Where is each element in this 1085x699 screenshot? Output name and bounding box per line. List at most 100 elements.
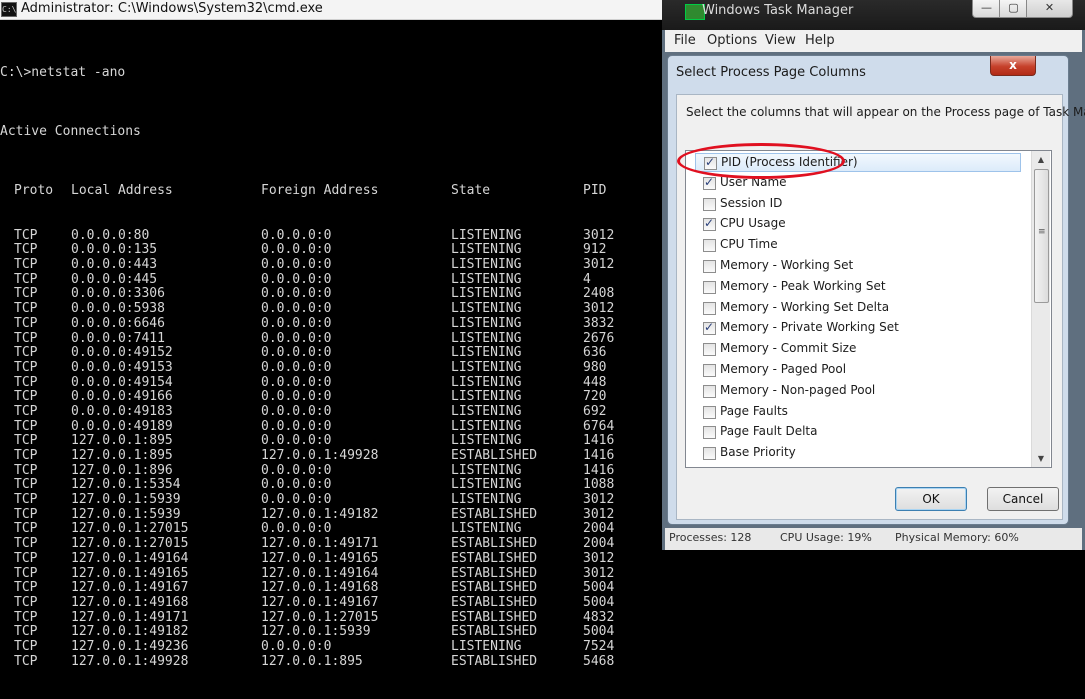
column-option[interactable]: Memory - Working Set [695, 257, 1021, 276]
row-pid: 3012 [583, 565, 615, 581]
column-checkbox[interactable] [703, 384, 716, 398]
row-pid: 1416 [583, 433, 615, 449]
cmd-window[interactable]: C:\ Administrator: C:\Windows\System32\c… [0, 0, 662, 668]
row-local-address: 0.0.0.0:443 [71, 257, 158, 273]
column-checkbox[interactable] [703, 175, 716, 190]
column-checkbox[interactable] [703, 301, 716, 315]
row-proto: TCP [14, 624, 38, 640]
row-pid: 3012 [583, 257, 615, 273]
column-option[interactable]: Session ID [695, 195, 1021, 214]
row-proto: TCP [14, 389, 38, 405]
row-foreign-address: 0.0.0.0:0 [261, 477, 332, 493]
row-proto: TCP [14, 301, 38, 317]
column-option[interactable]: CPU Time [695, 236, 1021, 255]
row-local-address: 0.0.0.0:135 [71, 242, 158, 258]
columns-scrollbar[interactable]: ▲ ≡ ▼ [1031, 151, 1050, 467]
scroll-thumb[interactable]: ≡ [1034, 169, 1049, 303]
column-checkbox[interactable] [703, 405, 716, 419]
row-state: ESTABLISHED [451, 448, 538, 463]
row-proto: TCP [14, 565, 38, 581]
row-proto: TCP [14, 330, 38, 346]
select-columns-dialog[interactable]: Select Process Page Columns x Select the… [667, 55, 1085, 525]
row-state: LISTENING [451, 462, 522, 478]
row-pid: 5468 [583, 653, 615, 669]
column-checkbox[interactable] [703, 426, 716, 440]
column-checkbox[interactable] [703, 447, 716, 461]
scroll-down-arrow-icon[interactable]: ▼ [1032, 450, 1050, 467]
column-checkbox[interactable] [703, 343, 716, 357]
task-manager-titlebar[interactable]: Windows Task Manager — ▢ ✕ [662, 0, 1085, 30]
row-foreign-address: 0.0.0.0:0 [261, 345, 332, 361]
row-pid: 692 [583, 403, 607, 419]
column-checkbox[interactable] [703, 260, 716, 273]
column-option[interactable]: CPU Usage [695, 215, 1021, 234]
row-foreign-address: 0.0.0.0:0 [261, 286, 332, 302]
row-pid: 2408 [583, 286, 615, 302]
row-local-address: 0.0.0.0:49153 [71, 359, 173, 375]
status-processes: Processes: 128 [669, 531, 752, 544]
menu-view[interactable]: View [765, 33, 796, 48]
row-foreign-address: 0.0.0.0:0 [261, 492, 332, 508]
menu-options[interactable]: Options [707, 33, 757, 48]
row-local-address: 0.0.0.0:7411 [71, 330, 165, 346]
row-pid: 4832 [583, 609, 615, 625]
header-proto: Proto [14, 183, 54, 198]
row-pid: 636 [583, 345, 607, 361]
row-proto: TCP [14, 594, 38, 610]
dialog-close-button[interactable]: x [990, 56, 1036, 76]
column-checkbox[interactable] [703, 216, 716, 232]
column-option[interactable]: Memory - Commit Size [695, 340, 1021, 359]
row-local-address: 0.0.0.0:49154 [71, 374, 173, 390]
row-state: LISTENING [451, 418, 522, 434]
column-option[interactable]: Memory - Private Working Set [695, 319, 1021, 338]
row-local-address: 127.0.0.1:896 [71, 462, 173, 478]
row-foreign-address: 127.0.0.1:49182 [261, 506, 379, 522]
column-checkbox[interactable] [703, 239, 716, 253]
column-checkbox[interactable] [703, 197, 716, 211]
row-local-address: 0.0.0.0:49166 [71, 389, 173, 405]
cmd-titlebar[interactable]: C:\ Administrator: C:\Windows\System32\c… [0, 0, 662, 20]
column-option-label: Memory - Paged Pool [720, 362, 847, 376]
netstat-row: TCP 127.0.0.1:49236 0.0.0.0:0 LISTENING 7524 [0, 639, 614, 655]
columns-list[interactable]: PID (Process Identifier)User NameSession… [685, 150, 1052, 468]
column-checkbox[interactable] [703, 320, 716, 336]
row-proto: TCP [14, 403, 38, 419]
column-option[interactable]: Memory - Paged Pool [695, 361, 1021, 380]
row-pid: 5004 [583, 624, 615, 640]
maximize-button[interactable]: ▢ [999, 0, 1028, 18]
row-pid: 3012 [583, 506, 615, 522]
ok-button[interactable]: OK [895, 487, 967, 511]
column-option[interactable]: Page Fault Delta [695, 423, 1021, 442]
column-option[interactable]: Memory - Working Set Delta [695, 299, 1021, 318]
column-option-label: Page Fault Delta [720, 424, 818, 439]
cancel-button[interactable]: Cancel [987, 487, 1059, 511]
row-state: LISTENING [451, 242, 522, 258]
column-option[interactable]: Memory - Non-paged Pool [695, 382, 1021, 401]
console-output[interactable]: C:\>netstat -ano Active Connections Prot… [0, 36, 614, 699]
row-foreign-address: 0.0.0.0:0 [261, 257, 332, 273]
menu-file[interactable]: File [674, 33, 696, 48]
cmd-app-icon: C:\ [1, 2, 17, 17]
column-option[interactable]: Page Faults [695, 403, 1021, 422]
column-checkbox[interactable] [703, 280, 716, 294]
row-foreign-address: 0.0.0.0:0 [261, 418, 332, 434]
column-option-label: Memory - Commit Size [720, 341, 857, 356]
row-proto: TCP [14, 653, 38, 669]
row-pid: 720 [583, 389, 607, 405]
row-local-address: 0.0.0.0:80 [71, 227, 150, 243]
close-button[interactable]: ✕ [1026, 0, 1073, 18]
row-foreign-address: 0.0.0.0:0 [261, 227, 332, 243]
column-option[interactable]: Memory - Peak Working Set [695, 278, 1021, 297]
menu-help[interactable]: Help [805, 33, 835, 48]
scroll-up-arrow-icon[interactable]: ▲ [1032, 151, 1050, 168]
row-foreign-address: 0.0.0.0:0 [261, 315, 332, 331]
netstat-row: TCP 0.0.0.0:49153 0.0.0.0:0 LISTENING 980 [0, 360, 606, 376]
row-local-address: 127.0.0.1:49928 [71, 653, 189, 669]
row-local-address: 0.0.0.0:445 [71, 271, 158, 287]
column-option[interactable]: Base Priority [695, 444, 1021, 463]
row-foreign-address: 127.0.0.1:49928 [261, 448, 379, 463]
netstat-row: TCP 127.0.0.1:896 0.0.0.0:0 LISTENING 1416 [0, 463, 614, 479]
column-checkbox[interactable] [703, 364, 716, 377]
row-state: LISTENING [451, 315, 522, 331]
minimize-button[interactable]: — [972, 0, 1001, 18]
